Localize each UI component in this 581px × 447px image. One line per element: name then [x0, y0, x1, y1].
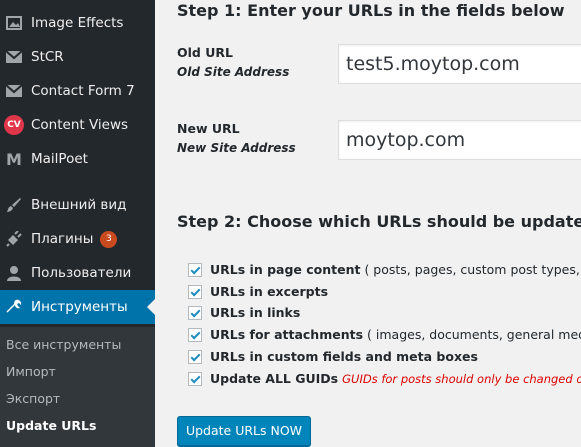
option-custom-fields[interactable]: URLs in custom fields and meta boxes — [188, 348, 478, 365]
brush-icon — [4, 195, 24, 215]
sidebar-item-contact-form-7[interactable]: Contact Form 7 — [0, 74, 155, 108]
checkbox[interactable] — [188, 327, 202, 342]
tools-submenu: Все инструменты Импорт Экспорт Update UR… — [0, 327, 155, 447]
sidebar-item-appearance[interactable]: Внешний вид — [0, 188, 155, 222]
submenu-item-import[interactable]: Импорт — [6, 364, 56, 379]
sidebar-item-label: Content Views — [31, 117, 129, 133]
sidebar-item-label: Инструменты — [31, 299, 128, 315]
admin-sidebar: Image Effects StCR Contact Form 7 CV Con… — [0, 0, 155, 447]
sidebar-item-stcr[interactable]: StCR — [0, 40, 155, 74]
checkbox[interactable] — [188, 262, 202, 277]
sidebar-item-users[interactable]: Пользователи — [0, 256, 155, 290]
sidebar-item-label: Contact Form 7 — [31, 83, 135, 99]
user-icon — [4, 263, 24, 283]
option-guids[interactable]: Update ALL GUIDs GUIDs for posts should … — [188, 370, 581, 387]
image-icon — [4, 13, 24, 33]
option-links[interactable]: URLs in links — [188, 304, 300, 321]
new-url-input[interactable]: moytop.com — [338, 120, 581, 160]
checkbox[interactable] — [188, 349, 202, 364]
old-url-label: Old URL — [177, 45, 233, 60]
mail-icon — [4, 47, 24, 67]
submenu-item-all-tools[interactable]: Все инструменты — [6, 337, 121, 352]
sidebar-item-image-effects[interactable]: Image Effects — [0, 6, 155, 40]
old-url-sublabel: Old Site Address — [177, 65, 290, 79]
sidebar-item-content-views[interactable]: CV Content Views — [0, 108, 155, 142]
mail-icon — [4, 81, 24, 101]
step1-heading: Step 1: Enter your URLs in the fields be… — [177, 1, 565, 20]
sidebar-item-label: MailPoet — [31, 151, 88, 167]
new-url-label: New URL — [177, 121, 240, 136]
sidebar-item-label: Image Effects — [31, 15, 124, 31]
sidebar-item-mailpoet[interactable]: M MailPoet — [0, 142, 155, 176]
checkbox[interactable] — [188, 371, 202, 386]
checkbox[interactable] — [188, 284, 202, 299]
sidebar-item-label: Внешний вид — [31, 197, 127, 213]
sidebar-item-label: Пользователи — [31, 265, 132, 281]
option-page-content[interactable]: URLs in page content ( posts, pages, cus… — [188, 261, 581, 278]
update-urls-button[interactable]: Update URLs NOW — [177, 416, 311, 446]
old-url-input[interactable]: test5.moytop.com — [338, 44, 581, 84]
option-attachments[interactable]: URLs for attachments ( images, documents… — [188, 326, 581, 343]
sidebar-item-label: Плагины — [31, 231, 94, 247]
checkbox[interactable] — [188, 305, 202, 320]
cv-icon: CV — [4, 115, 24, 135]
new-url-sublabel: New Site Address — [177, 141, 296, 155]
sidebar-item-plugins[interactable]: Плагины 3 — [0, 222, 155, 256]
sidebar-item-label: StCR — [31, 49, 64, 65]
submenu-item-update-urls[interactable]: Update URLs — [6, 418, 96, 433]
plug-icon — [4, 229, 24, 249]
main-content: Step 1: Enter your URLs in the fields be… — [155, 0, 581, 447]
wrench-icon — [4, 297, 24, 317]
sidebar-item-tools[interactable]: Инструменты — [0, 290, 155, 324]
update-count-badge: 3 — [100, 230, 118, 248]
step2-heading: Step 2: Choose which URLs should be upda… — [177, 212, 581, 231]
option-excerpts[interactable]: URLs in excerpts — [188, 283, 328, 300]
mailpoet-icon: M — [6, 149, 22, 169]
submenu-item-export[interactable]: Экспорт — [6, 391, 60, 406]
